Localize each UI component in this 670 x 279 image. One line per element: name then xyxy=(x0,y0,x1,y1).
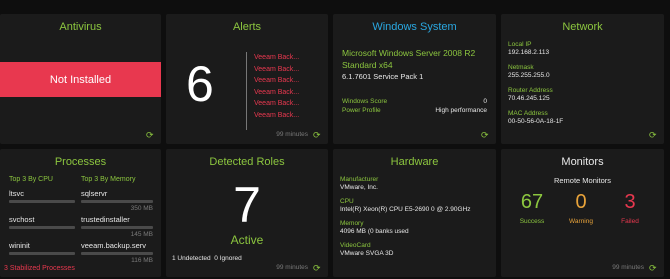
router-label: Router Address xyxy=(508,87,553,94)
local-ip-value: 192.168.2.113 xyxy=(508,49,550,56)
processes-tile[interactable]: Processes Top 3 By CPU Top 3 By Memory l… xyxy=(0,149,161,277)
failed-count[interactable]: 3 xyxy=(613,191,647,214)
antivirus-title: Antivirus xyxy=(59,21,102,33)
cpu-process-name[interactable]: wininit xyxy=(9,241,30,250)
monitors-tile[interactable]: Monitors Remote Monitors 67 Success 0 Wa… xyxy=(501,149,664,277)
roles-title: Detected Roles xyxy=(209,156,285,168)
power-profile-label: Power Profile xyxy=(342,107,381,114)
memory-label: Memory xyxy=(340,220,364,227)
hardware-tile[interactable]: Hardware Manufacturer VMware, Inc. CPU I… xyxy=(333,149,496,277)
antivirus-tile[interactable]: Antivirus Not Installed ⟳ xyxy=(0,14,161,144)
alert-item[interactable]: Veeam Back... xyxy=(254,64,299,76)
power-profile-value: High performance xyxy=(435,107,487,114)
monitors-age: 99 minutes xyxy=(612,264,644,271)
windows-score-value: 0 xyxy=(483,98,487,105)
windows-os: Microsoft Windows Server 2008 R2 Standar… xyxy=(342,48,476,70)
hardware-title: Hardware xyxy=(390,156,439,168)
monitors-subtitle: Remote Monitors xyxy=(553,176,612,185)
network-tile[interactable]: Network Local IP 192.168.2.113 Netmask 2… xyxy=(501,14,664,144)
top-cpu-header: Top 3 By CPU xyxy=(9,176,53,183)
warning-label: Warning xyxy=(569,218,593,225)
mem-process-bar xyxy=(81,200,153,203)
top-memory-header: Top 3 By Memory xyxy=(81,176,136,183)
network-title: Network xyxy=(562,21,603,33)
cpu-process-name[interactable]: ltsvc xyxy=(9,189,24,198)
alerts-list: Veeam Back... Veeam Back... Veeam Back..… xyxy=(254,52,299,121)
roles-state: Active xyxy=(230,233,264,247)
mem-process-bar xyxy=(81,226,153,229)
mem-process-size: 350 MB xyxy=(130,205,153,212)
antivirus-status-text: Not Installed xyxy=(49,73,112,86)
alerts-age: 99 minutes xyxy=(276,131,308,138)
alert-item[interactable]: Veeam Back... xyxy=(254,52,299,64)
roles-count: 7 xyxy=(233,177,261,233)
local-ip-label: Local IP xyxy=(508,41,532,48)
windows-build: 6.1.7601 Service Pack 1 xyxy=(342,72,424,81)
refresh-icon[interactable]: ⟳ xyxy=(313,264,322,273)
mac-value: 00-50-56-0A-18-1F xyxy=(508,118,564,125)
success-label: Success xyxy=(519,218,545,225)
windows-score-label: Windows Score xyxy=(342,98,388,105)
manufacturer-value: VMware, Inc. xyxy=(340,184,378,191)
alerts-divider xyxy=(246,52,247,130)
network-details: Local IP 192.168.2.113 Netmask 255.255.2… xyxy=(508,41,563,126)
failed-label: Failed xyxy=(621,218,639,225)
alert-item[interactable]: Veeam Back... xyxy=(254,98,299,110)
cpu-process-name[interactable]: svchost xyxy=(9,215,34,224)
roles-summary: 1 Undetected 0 Ignored xyxy=(172,255,242,262)
hardware-details: Manufacturer VMware, Inc. CPU Intel(R) X… xyxy=(340,176,471,258)
detected-roles-tile[interactable]: Detected Roles 7 Active 1 Undetected 0 I… xyxy=(166,149,328,277)
refresh-icon[interactable]: ⟳ xyxy=(649,131,658,140)
cpu-process-bar xyxy=(9,200,75,203)
alerts-count: 6 xyxy=(186,56,214,112)
memory-value: 4096 MB (0 banks used xyxy=(340,228,409,235)
videocard-value: VMware SVGA 3D xyxy=(340,250,394,257)
processes-title: Processes xyxy=(54,156,107,168)
netmask-value: 255.255.255.0 xyxy=(508,72,550,79)
alert-item[interactable]: Veeam Back... xyxy=(254,110,299,122)
roles-age: 99 minutes xyxy=(276,264,308,271)
alert-item[interactable]: Veeam Back... xyxy=(254,75,299,87)
mem-process-name[interactable]: trustedinstaller xyxy=(81,215,130,224)
alert-item[interactable]: Veeam Back... xyxy=(254,87,299,99)
refresh-icon[interactable]: ⟳ xyxy=(649,264,658,273)
success-count[interactable]: 67 xyxy=(515,191,549,214)
refresh-icon[interactable]: ⟳ xyxy=(481,131,490,140)
mem-process-name[interactable]: veeam.backup.serv xyxy=(81,241,146,250)
mem-process-size: 116 MB xyxy=(131,257,153,264)
netmask-label: Netmask xyxy=(508,64,534,71)
refresh-icon[interactable]: ⟳ xyxy=(146,131,155,140)
mem-process-name[interactable]: sqlservr xyxy=(81,189,107,198)
monitors-title: Monitors xyxy=(561,156,604,168)
stabilized-processes-link[interactable]: 3 Stabilized Processes xyxy=(4,265,75,272)
alerts-title: Alerts xyxy=(232,21,262,33)
manufacturer-label: Manufacturer xyxy=(340,176,379,183)
alerts-tile[interactable]: Alerts 6 Veeam Back... Veeam Back... Vee… xyxy=(166,14,328,144)
refresh-icon[interactable]: ⟳ xyxy=(313,131,322,140)
cpu-label: CPU xyxy=(340,198,354,205)
warning-count[interactable]: 0 xyxy=(564,191,598,214)
windows-system-tile[interactable]: Windows System Microsoft Windows Server … xyxy=(333,14,496,144)
antivirus-status-banner[interactable]: Not Installed xyxy=(0,62,161,97)
mem-process-bar xyxy=(81,252,153,255)
cpu-process-bar xyxy=(9,226,75,229)
cpu-value: Intel(R) Xeon(R) CPU E5-2690 0 @ 2.90GHz xyxy=(340,206,471,213)
cpu-process-bar xyxy=(9,252,75,255)
mem-process-size: 145 MB xyxy=(130,231,153,238)
mac-label: MAC Address xyxy=(508,110,548,117)
videocard-label: VideoCard xyxy=(340,242,371,249)
windows-title: Windows System xyxy=(372,21,457,33)
router-value: 70.46.245.125 xyxy=(508,95,550,102)
